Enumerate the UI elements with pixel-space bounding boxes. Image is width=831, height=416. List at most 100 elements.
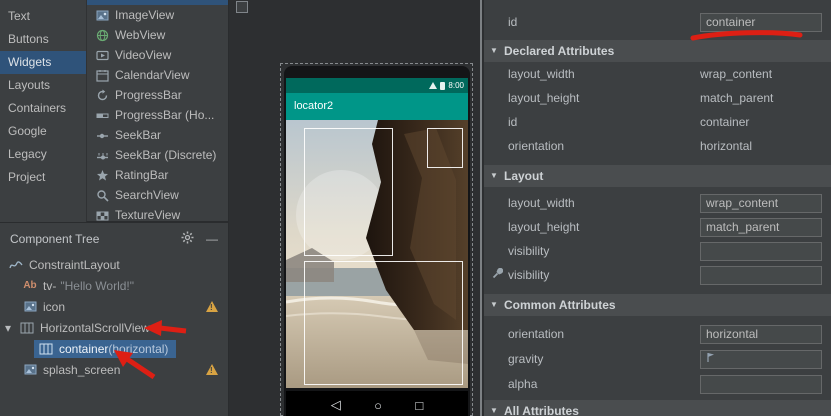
tree-item-container[interactable]: container (horizontal) [0,338,228,359]
palette-item-label: RatingBar [115,168,168,182]
seekbar-discrete-icon [94,149,110,162]
alpha-field[interactable] [700,375,822,394]
palette-item-imageview[interactable]: ImageView [87,5,228,25]
section-title: All Attributes [504,404,579,416]
palette-item-label: CalendarView [115,68,190,82]
constraintlayout-icon [8,259,24,271]
component-tree-title: Component Tree [10,232,99,246]
layout-width-field[interactable]: wrap_content [700,194,822,213]
palette-category-widgets[interactable]: Widgets [0,51,86,74]
orientation-field[interactable]: horizontal [700,325,822,344]
id-field-value: container [706,14,755,31]
textureview-icon [94,209,110,222]
section-title: Common Attributes [504,298,616,312]
section-layout[interactable]: ▼ Layout [484,165,831,187]
view-bounds-outline[interactable] [304,261,463,385]
videoview-icon [94,49,110,62]
attr-value[interactable]: container [700,110,749,134]
palette-category-legacy[interactable]: Legacy [0,143,86,166]
palette-category-layouts[interactable]: Layouts [0,74,86,97]
palette-category-google[interactable]: Google [0,120,86,143]
tree-item-label: tv- [43,279,56,293]
palette-item-searchview[interactable]: SearchView [87,185,228,205]
section-collapse-icon[interactable]: ▼ [490,165,498,187]
attr-label: gravity [508,347,543,371]
warning-icon: ! [206,364,218,375]
section-collapse-icon[interactable]: ▼ [490,400,498,416]
attr-label: orientation [508,134,564,158]
tools-visibility-field[interactable] [700,266,822,285]
wrench-icon [492,268,503,282]
design-surface[interactable]: 8:00 locator2 [228,0,484,416]
calendarview-icon [94,69,110,82]
image-icon [22,301,38,312]
field-value: wrap_content [706,195,778,212]
palette-category-list: Text Buttons Widgets Layouts Containers … [0,0,86,222]
id-field[interactable]: container [700,13,822,32]
tree-item-textview[interactable]: Ab tv- "Hello World!" [0,275,228,296]
tree-item-horizontalscrollview[interactable]: ▾ HorizontalScrollView [0,317,228,338]
tree-item-orientation-suffix: (horizontal) [108,342,168,356]
palette-item-ratingbar[interactable]: RatingBar [87,165,228,185]
attr-label: layout_height [508,86,579,110]
palette-item-webview[interactable]: WebView [87,25,228,45]
progressbar-icon [94,89,110,102]
seekbar-icon [94,129,110,142]
tree-item-label: splash_screen [43,363,120,377]
palette-item-label: SearchView [115,188,179,202]
palette-item-textureview[interactable]: TextureView [87,205,228,222]
palette-item-progressbar[interactable]: ProgressBar [87,85,228,105]
layout-height-field[interactable]: match_parent [700,218,822,237]
view-bounds-outline[interactable] [427,128,463,168]
palette-item-progressbar-horizontal[interactable]: ProgressBar (Ho... [87,105,228,125]
chevron-down-icon[interactable]: ▾ [5,321,19,335]
palette-item-videoview[interactable]: VideoView [87,45,228,65]
view-bounds-outline[interactable] [304,128,393,256]
section-all-attributes[interactable]: ▼ All Attributes [484,400,831,416]
visibility-field[interactable] [700,242,822,261]
palette-item-label: ImageView [115,8,174,22]
attr-value[interactable]: match_parent [700,86,773,110]
section-collapse-icon[interactable]: ▼ [490,40,498,62]
section-title: Declared Attributes [504,44,614,58]
minimize-icon[interactable]: — [206,232,218,246]
tree-item-label: HorizontalScrollView [40,321,150,335]
section-collapse-icon[interactable]: ▼ [490,294,498,316]
palette-item-seekbar-discrete[interactable]: SeekBar (Discrete) [87,145,228,165]
gravity-field[interactable] [700,350,822,369]
attr-label: layout_height [508,215,579,239]
attr-value[interactable]: wrap_content [700,62,772,86]
palette-category-containers[interactable]: Containers [0,97,86,120]
attr-label: layout_width [508,62,575,86]
tree-item-constraintlayout[interactable]: ConstraintLayout [0,254,228,275]
attributes-panel: id container ▼ Declared Attributes layou… [484,0,831,416]
field-value: horizontal [706,326,758,343]
nav-back-icon: ◁ [331,397,341,413]
palette-item-label: WebView [115,28,165,42]
image-icon [22,364,38,375]
field-value: match_parent [706,219,779,236]
section-declared-attributes[interactable]: ▼ Declared Attributes [484,40,831,62]
section-common-attributes[interactable]: ▼ Common Attributes [484,294,831,316]
gear-icon[interactable] [181,231,194,247]
nav-recents-icon: □ [415,398,423,413]
horizontalscrollview-icon [19,322,35,334]
tree-item-splash-screen[interactable]: splash_screen ! [0,359,228,380]
searchview-icon [94,189,110,202]
palette-category-text[interactable]: Text [0,5,86,28]
textview-icon: Ab [22,280,38,291]
tree-item-label: container [59,342,108,356]
palette-item-calendarview[interactable]: CalendarView [87,65,228,85]
battery-icon [440,82,445,90]
attr-value[interactable]: horizontal [700,134,752,158]
palette-category-project[interactable]: Project [0,166,86,189]
palette-item-seekbar[interactable]: SeekBar [87,125,228,145]
palette-item-label: VideoView [115,48,171,62]
palette-category-buttons[interactable]: Buttons [0,28,86,51]
palette-item-label: ProgressBar [115,88,182,102]
tree-item-icon[interactable]: icon ! [0,296,228,317]
palette-item-label: TextureView [115,208,180,222]
editor-tab-icon[interactable] [236,1,248,13]
webview-icon [94,29,110,42]
design-scrollbar[interactable] [480,0,482,416]
